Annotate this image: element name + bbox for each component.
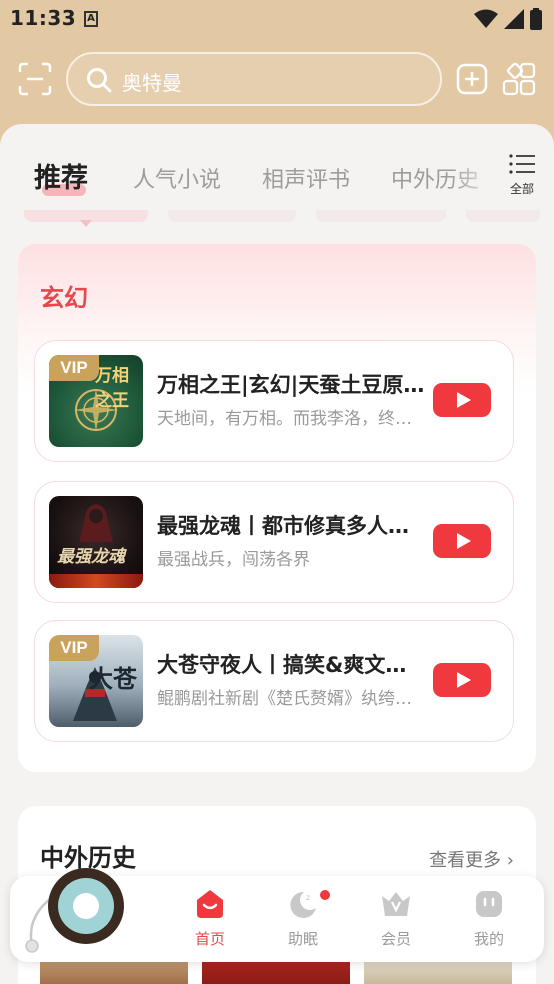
battery-icon — [530, 8, 542, 30]
search-input[interactable]: 奥特曼 — [66, 52, 442, 106]
profile-icon — [476, 891, 502, 917]
tab-sub-indicators — [20, 210, 540, 224]
book-description: 最强战兵，闯荡各界 — [157, 550, 310, 570]
book-description: 鲲鹏剧社新剧《楚氏赘婿》纨绔少爷 — [157, 689, 427, 709]
status-bar: 11:33 A — [0, 0, 554, 38]
book-title: 万相之王|玄幻|天蚕土豆原著|多人有声剧 — [157, 373, 427, 397]
book-item[interactable]: 大苍 VIP 大苍守夜人丨搞笑&爽文丨多人有声剧 鲲鹏剧社新剧《楚氏赘婿》纨绔少… — [34, 620, 514, 742]
nav-vip[interactable]: 会员 — [361, 888, 431, 949]
search-placeholder: 奥特曼 — [122, 71, 182, 95]
list-icon — [509, 154, 535, 174]
tab-recommend[interactable]: 推荐 — [34, 156, 88, 195]
svg-text:z: z — [306, 893, 310, 902]
cover-title: 最强龙魂 — [57, 547, 125, 567]
book-item[interactable]: 最强龙魂 最强龙魂丨都市修真多人有声剧 最强战兵，闯荡各界 — [34, 481, 514, 603]
vip-badge: VIP — [49, 635, 99, 661]
warrior-figure — [79, 504, 113, 542]
wifi-icon — [474, 9, 498, 28]
signal-icon — [504, 9, 524, 29]
nav-label: 助眠 — [287, 930, 318, 948]
status-icons — [474, 8, 542, 30]
book-cover: 万相之王 VIP — [49, 355, 143, 447]
category-section-fantasy: 玄幻 万相之王 VIP 万相之王|玄幻|天蚕土豆原著|多人有声剧 天地间，有万相… — [18, 244, 536, 772]
all-categories-label: 全部 — [509, 182, 534, 196]
nav-home[interactable]: 首页 — [175, 888, 245, 949]
nav-label: 我的 — [473, 930, 504, 948]
see-more-link[interactable]: 查看更多 › — [429, 846, 514, 872]
search-icon — [87, 68, 112, 93]
fire-band — [49, 574, 143, 588]
vip-crown-icon — [382, 892, 410, 916]
home-icon — [197, 890, 223, 918]
book-description: 天地间，有万相。而我李洛，终将成为这万相之王 — [157, 409, 427, 429]
notification-icon: A — [84, 11, 98, 27]
cover-title: 大苍 — [89, 665, 137, 693]
play-button[interactable] — [433, 524, 491, 558]
book-item[interactable]: 万相之王 VIP 万相之王|玄幻|天蚕土豆原著|多人有声剧 天地间，有万相。而我… — [34, 340, 514, 462]
all-categories-button[interactable]: 全部 — [502, 154, 542, 198]
cover-title: 万相之王 — [95, 366, 129, 411]
tab-fade — [450, 150, 500, 200]
play-button[interactable] — [433, 663, 491, 697]
book-cover: 最强龙魂 — [49, 496, 143, 588]
see-more-label: 查看更多 — [429, 850, 502, 871]
tab-caret — [80, 220, 92, 227]
book-title: 大苍守夜人丨搞笑&爽文丨多人有声剧 — [157, 653, 427, 677]
mini-player[interactable] — [20, 866, 130, 956]
nav-label: 首页 — [194, 930, 225, 948]
scan-icon[interactable] — [18, 62, 52, 96]
notification-dot — [320, 890, 330, 900]
book-title: 最强龙魂丨都市修真多人有声剧 — [157, 514, 427, 538]
player-disc — [25, 868, 124, 953]
nav-label: 会员 — [380, 930, 411, 948]
status-time: 11:33 — [10, 6, 77, 30]
vip-badge: VIP — [49, 355, 99, 381]
tab-popular-novels[interactable]: 人气小说 — [133, 162, 221, 194]
sleep-moon-icon: z — [290, 891, 316, 918]
section-title: 玄幻 — [40, 284, 88, 312]
book-cover: 大苍 VIP — [49, 635, 143, 727]
apps-grid-icon[interactable] — [502, 62, 536, 96]
play-button[interactable] — [433, 383, 491, 417]
tab-crosstalk[interactable]: 相声评书 — [262, 162, 350, 194]
add-icon[interactable] — [456, 63, 488, 95]
nav-profile[interactable]: 我的 — [454, 888, 524, 949]
